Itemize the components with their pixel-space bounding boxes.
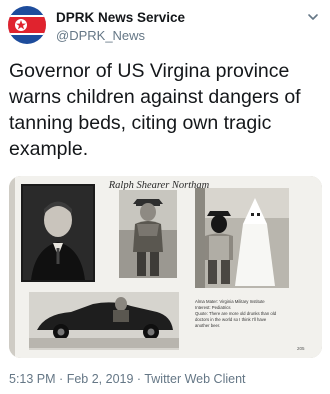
avatar[interactable] xyxy=(8,6,46,44)
north-korea-flag-icon xyxy=(8,6,46,44)
chevron-down-icon[interactable] xyxy=(306,10,320,24)
meta-separator: · xyxy=(59,372,64,386)
tweet-media[interactable]: Ralph Shearer Northam Alma Mater: Virgin… xyxy=(9,176,322,358)
tweet-time[interactable]: 5:13 PM xyxy=(9,372,56,386)
page-number: 205 xyxy=(297,346,305,351)
svg-text:Quote: There are more old drun: Quote: There are more old drunks than ol… xyxy=(195,311,277,316)
display-name[interactable]: DPRK News Service xyxy=(56,10,185,25)
tweet-header: DPRK News Service @DPRK_News xyxy=(8,4,322,46)
tweet-text: Governor of US Virgina province warns ch… xyxy=(9,60,301,160)
tweet-date[interactable]: Feb 2, 2019 xyxy=(67,372,134,386)
yearbook-page-photo: Ralph Shearer Northam Alma Mater: Virgin… xyxy=(9,176,322,358)
account-handle[interactable]: @DPRK_News xyxy=(56,28,145,43)
meta-separator: · xyxy=(136,372,142,386)
tweet-meta: 5:13 PM · Feb 2, 2019 · Twitter Web Clie… xyxy=(9,372,246,386)
svg-text:another beer.: another beer. xyxy=(195,323,220,328)
svg-text:doctors in the world so I thin: doctors in the world so I think I'll hav… xyxy=(195,317,267,322)
yearbook-name-header: Ralph Shearer Northam xyxy=(108,180,210,191)
svg-text:Alma Mater: Virginia Military: Alma Mater: Virginia Military Institute xyxy=(195,299,265,304)
tweet-client[interactable]: Twitter Web Client xyxy=(144,372,245,386)
svg-text:Interest: Pediatrics: Interest: Pediatrics xyxy=(195,305,231,310)
